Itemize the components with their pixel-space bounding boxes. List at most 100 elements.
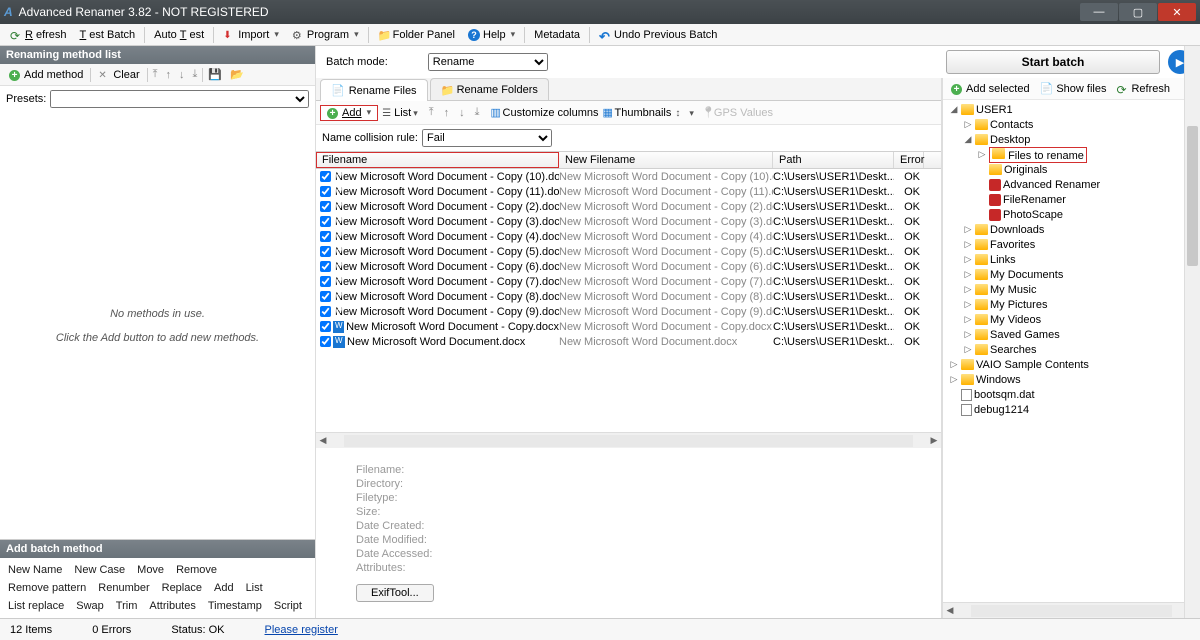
tree-node[interactable]: ▷ Files to rename: [945, 147, 1198, 162]
import-menu[interactable]: Import: [217, 28, 285, 42]
batch-method-renumber[interactable]: Renumber: [98, 582, 149, 594]
batch-method-replace[interactable]: Replace: [162, 582, 202, 594]
program-menu[interactable]: Program: [286, 28, 365, 42]
tree-node[interactable]: FileRenamer: [945, 192, 1198, 207]
tab-rename-folders[interactable]: Rename Folders: [430, 78, 549, 100]
customize-columns-button[interactable]: Customize columns: [491, 106, 599, 119]
tree-node[interactable]: PhotoScape: [945, 207, 1198, 222]
move-down-icon[interactable]: ↓: [456, 107, 468, 119]
batch-method-new-name[interactable]: New Name: [8, 564, 62, 576]
move-down-icon[interactable]: ↓: [176, 69, 188, 81]
tree-horizontal-scrollbar[interactable]: ◀▶: [943, 602, 1200, 618]
exiftool-button[interactable]: ExifTool...: [356, 584, 434, 602]
add-method-button[interactable]: Add method: [4, 68, 88, 82]
expand-icon[interactable]: ▷: [963, 284, 973, 295]
batch-method-move[interactable]: Move: [137, 564, 164, 576]
refresh-button[interactable]: RRefreshefresh: [4, 28, 73, 42]
col-filename[interactable]: Filename: [316, 152, 559, 168]
row-checkbox[interactable]: [320, 261, 331, 272]
batch-method-swap[interactable]: Swap: [76, 600, 104, 612]
row-checkbox[interactable]: [320, 246, 331, 257]
expand-icon[interactable]: ▷: [963, 329, 973, 340]
batch-method-attributes[interactable]: Attributes: [149, 600, 195, 612]
move-top-icon[interactable]: ⤒: [426, 106, 437, 119]
tree-node[interactable]: Advanced Renamer: [945, 177, 1198, 192]
close-button[interactable]: ✕: [1158, 3, 1196, 21]
expand-icon[interactable]: ▷: [977, 149, 987, 160]
expand-icon[interactable]: ▷: [963, 119, 973, 130]
tree-node[interactable]: ▷Windows: [945, 372, 1198, 387]
tree-node[interactable]: ▷My Music: [945, 282, 1198, 297]
auto-test-button[interactable]: Auto Test: [148, 28, 210, 42]
file-row[interactable]: New Microsoft Word Document - Copy (7).d…: [316, 274, 941, 289]
tree-node[interactable]: Originals: [945, 162, 1198, 177]
tree-node[interactable]: ◢USER1: [945, 102, 1198, 117]
minimize-button[interactable]: —: [1080, 3, 1118, 21]
expand-icon[interactable]: ▷: [949, 374, 959, 385]
test-batch-button[interactable]: Test Batch: [74, 28, 142, 42]
tree-node[interactable]: debug1214: [945, 402, 1198, 417]
tree-node[interactable]: ▷My Videos: [945, 312, 1198, 327]
file-row[interactable]: New Microsoft Word Document - Copy (6).d…: [316, 259, 941, 274]
list-menu[interactable]: List: [382, 107, 418, 119]
show-files-button[interactable]: 📄Show files: [1040, 82, 1107, 95]
vertical-scrollbar[interactable]: [1184, 46, 1200, 618]
file-row[interactable]: New Microsoft Word Document - Copy.docxN…: [316, 319, 941, 334]
tree-node[interactable]: ▷Searches: [945, 342, 1198, 357]
move-bottom-icon[interactable]: ⤓: [190, 68, 201, 81]
file-row[interactable]: New Microsoft Word Document - Copy (11).…: [316, 184, 941, 199]
col-error[interactable]: Error: [894, 152, 924, 168]
batch-mode-select[interactable]: Rename: [428, 53, 548, 71]
file-row[interactable]: New Microsoft Word Document - Copy (8).d…: [316, 289, 941, 304]
tree-node[interactable]: ◢Desktop: [945, 132, 1198, 147]
expand-icon[interactable]: ◢: [963, 134, 973, 145]
row-checkbox[interactable]: [320, 276, 331, 287]
row-checkbox[interactable]: [320, 186, 331, 197]
col-new-filename[interactable]: New Filename: [559, 152, 773, 168]
collision-select[interactable]: Fail: [422, 129, 552, 147]
batch-method-new-case[interactable]: New Case: [74, 564, 125, 576]
start-batch-button[interactable]: Start batch: [946, 50, 1160, 74]
tree-refresh-button[interactable]: Refresh: [1116, 83, 1170, 95]
tree-node[interactable]: ▷Saved Games: [945, 327, 1198, 342]
horizontal-scrollbar[interactable]: ◀▶: [316, 432, 941, 448]
thumbnails-button[interactable]: Thumbnails: [603, 106, 672, 119]
batch-method-remove[interactable]: Remove: [176, 564, 217, 576]
move-top-icon[interactable]: ⤒: [150, 68, 161, 81]
help-menu[interactable]: Help: [462, 28, 521, 42]
save-method-icon[interactable]: 💾: [205, 68, 225, 81]
please-register-link[interactable]: Please register: [265, 624, 338, 636]
move-bottom-icon[interactable]: ⤓: [472, 106, 483, 119]
batch-method-list-replace[interactable]: List replace: [8, 600, 64, 612]
expand-icon[interactable]: ▷: [963, 254, 973, 265]
batch-method-timestamp[interactable]: Timestamp: [208, 600, 262, 612]
row-checkbox[interactable]: [320, 201, 331, 212]
clear-methods-button[interactable]: Clear: [93, 68, 144, 82]
expand-icon[interactable]: ▷: [949, 359, 959, 370]
row-checkbox[interactable]: [320, 231, 331, 242]
tree-node[interactable]: ▷VAIO Sample Contents: [945, 357, 1198, 372]
expand-icon[interactable]: ▷: [963, 299, 973, 310]
batch-method-list[interactable]: List: [246, 582, 263, 594]
row-checkbox[interactable]: [320, 321, 331, 332]
row-checkbox[interactable]: [320, 216, 331, 227]
expand-icon[interactable]: ▷: [963, 314, 973, 325]
batch-method-remove-pattern[interactable]: Remove pattern: [8, 582, 86, 594]
row-checkbox[interactable]: [320, 336, 331, 347]
row-checkbox[interactable]: [320, 171, 331, 182]
expand-icon[interactable]: ◢: [949, 104, 959, 115]
file-row[interactable]: New Microsoft Word Document - Copy (10).…: [316, 169, 941, 184]
tree-node[interactable]: ▷My Pictures: [945, 297, 1198, 312]
row-checkbox[interactable]: [320, 291, 331, 302]
tree-node[interactable]: ▷Contacts: [945, 117, 1198, 132]
move-up-icon[interactable]: ↑: [163, 69, 175, 81]
row-checkbox[interactable]: [320, 306, 331, 317]
move-up-icon[interactable]: ↑: [441, 107, 453, 119]
tree-node[interactable]: bootsqm.dat: [945, 387, 1198, 402]
add-selected-button[interactable]: Add selected: [951, 83, 1030, 95]
batch-method-script[interactable]: Script: [274, 600, 302, 612]
expand-icon[interactable]: ▷: [963, 269, 973, 280]
sort-menu[interactable]: [675, 107, 694, 119]
open-method-icon[interactable]: 📂: [227, 68, 247, 81]
file-row[interactable]: New Microsoft Word Document - Copy (4).d…: [316, 229, 941, 244]
